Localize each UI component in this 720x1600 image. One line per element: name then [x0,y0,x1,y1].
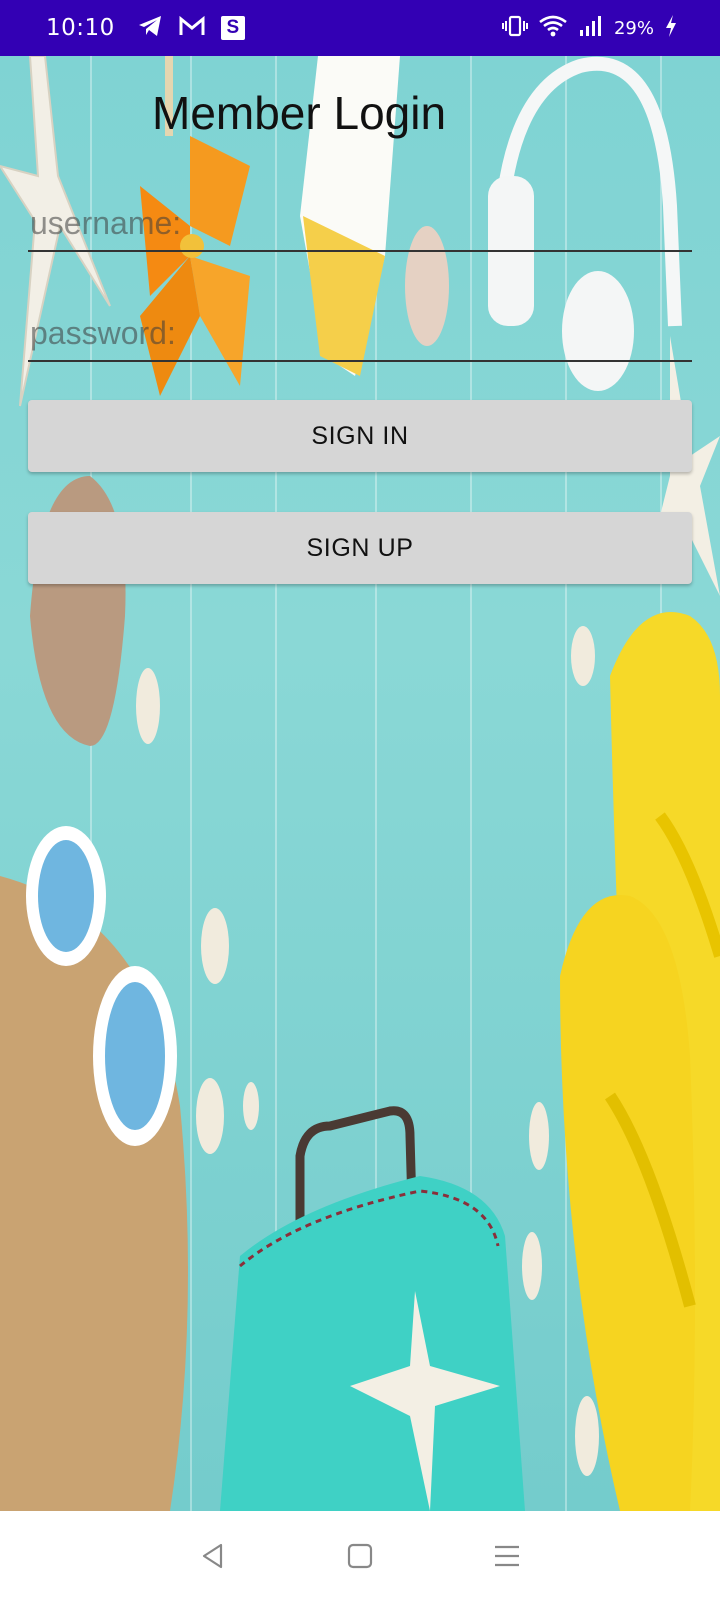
shell-icon [201,908,229,984]
shell-icon [243,1082,259,1130]
beach-illustration [0,56,720,1511]
back-icon [203,1543,223,1568]
status-right-icons: 29% [501,14,678,43]
back-button[interactable] [183,1526,243,1586]
navigation-bar [0,1511,720,1600]
suitcase-icon [220,1106,525,1511]
home-button[interactable] [330,1526,390,1586]
vibrate-icon [501,14,528,43]
telegram-icon [137,14,163,43]
wifi-icon [538,14,568,43]
sign-up-button[interactable]: SIGN UP [28,512,692,584]
flip-flop-icon [560,612,720,1511]
s-app-icon: S [220,16,245,40]
status-time: 10:10 [46,15,115,41]
sign-in-button[interactable]: SIGN IN [28,400,692,472]
shell-icon [575,1396,599,1476]
gmail-icon [179,15,205,42]
shell-icon [529,1102,549,1170]
shell-icon [196,1078,224,1154]
username-field[interactable] [28,196,692,252]
beach-background-image [0,56,720,1511]
shell-icon [571,626,595,686]
page-title: Member Login [152,87,447,139]
notification-icons: S [137,14,245,43]
password-field[interactable] [28,306,692,362]
shell-icon [136,668,160,744]
home-icon [347,1543,373,1568]
status-bar: 10:10 S 29% [0,0,720,56]
straw-hat-icon [0,876,188,1511]
shell-icon [522,1232,542,1300]
menu-button[interactable] [477,1526,537,1586]
menu-icon [494,1545,519,1566]
signal-icon [578,14,604,43]
charging-icon [664,14,678,43]
battery-percent: 29% [613,17,654,39]
